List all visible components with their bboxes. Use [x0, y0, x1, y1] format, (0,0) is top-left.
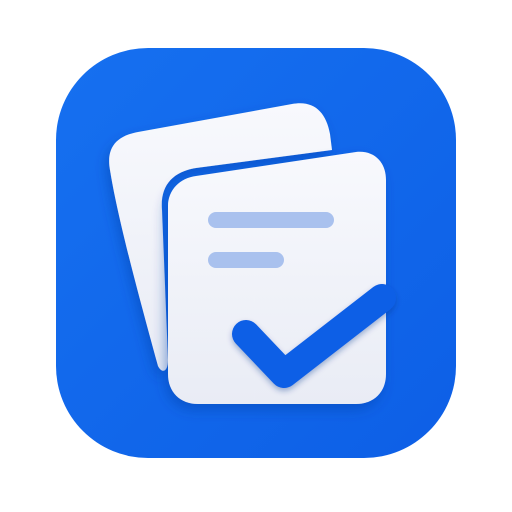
text-line-long	[208, 212, 334, 228]
app-icon-canvas	[0, 0, 512, 512]
text-line-short	[208, 252, 284, 268]
task-checklist-app-icon[interactable]	[0, 0, 512, 512]
